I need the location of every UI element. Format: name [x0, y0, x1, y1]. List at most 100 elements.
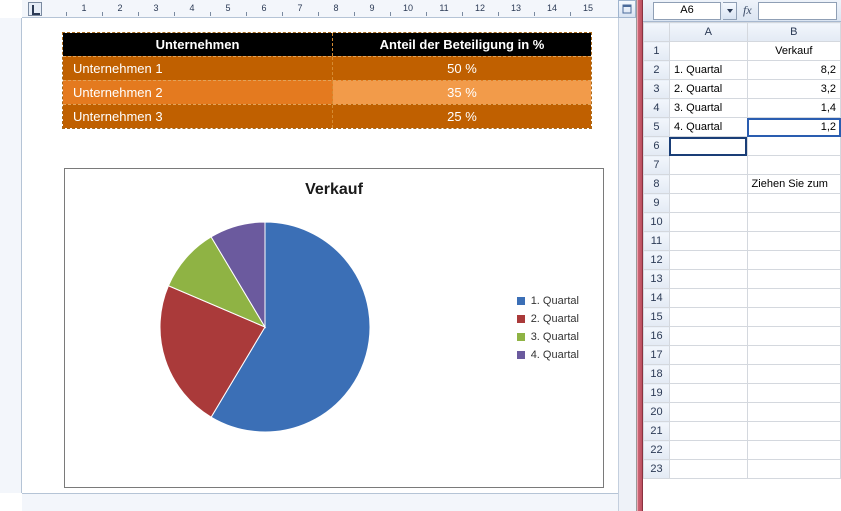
row-header[interactable]: 13 — [644, 270, 670, 289]
row-header[interactable]: 17 — [644, 346, 670, 365]
cell[interactable] — [669, 137, 747, 156]
cell[interactable] — [669, 422, 747, 441]
cell[interactable] — [747, 156, 840, 175]
cell[interactable]: 3,2 — [747, 80, 840, 99]
cell[interactable] — [747, 270, 840, 289]
cell[interactable] — [747, 232, 840, 251]
cell[interactable] — [747, 346, 840, 365]
table-cell-value[interactable]: 35 % — [333, 81, 591, 104]
cell[interactable]: Verkauf — [747, 42, 840, 61]
row-header[interactable]: 23 — [644, 460, 670, 479]
cell[interactable] — [747, 327, 840, 346]
cell[interactable] — [669, 156, 747, 175]
cell[interactable] — [747, 308, 840, 327]
cell[interactable]: 3. Quartal — [669, 99, 747, 118]
table-cell-name[interactable]: Unternehmen 3 — [63, 105, 333, 128]
cell[interactable] — [747, 460, 840, 479]
row-header[interactable]: 12 — [644, 251, 670, 270]
vertical-ruler[interactable] — [0, 18, 22, 493]
cell[interactable] — [747, 422, 840, 441]
cell[interactable] — [669, 194, 747, 213]
spreadsheet-grid[interactable]: AB 1 Verkauf 21. Quartal8,2 32. Quartal3,2 43… — [643, 22, 841, 511]
table-header-company[interactable]: Unternehmen — [63, 33, 333, 56]
table-cell-value[interactable]: 25 % — [333, 105, 591, 128]
cell[interactable] — [669, 289, 747, 308]
row-header[interactable]: 7 — [644, 156, 670, 175]
table-header-share[interactable]: Anteil der Beteiligung in % — [333, 33, 591, 56]
row-header[interactable]: 19 — [644, 384, 670, 403]
cell[interactable]: Ziehen Sie zum — [747, 175, 840, 194]
cell[interactable] — [669, 460, 747, 479]
row-header[interactable]: 20 — [644, 403, 670, 422]
cell[interactable] — [669, 403, 747, 422]
cell[interactable] — [669, 365, 747, 384]
horizontal-ruler[interactable]: 123456789101112131415 — [22, 0, 618, 18]
row-header[interactable]: 21 — [644, 422, 670, 441]
row-header[interactable]: 1 — [644, 42, 670, 61]
select-all-corner[interactable] — [644, 23, 670, 42]
column-header[interactable]: B — [747, 23, 840, 42]
row-header[interactable]: 15 — [644, 308, 670, 327]
row-header[interactable]: 22 — [644, 441, 670, 460]
row-header[interactable]: 5 — [644, 118, 670, 137]
cell[interactable] — [747, 137, 840, 156]
cell[interactable] — [669, 308, 747, 327]
table-row[interactable]: Unternehmen 3 25 % — [63, 104, 591, 128]
row-header[interactable]: 10 — [644, 213, 670, 232]
cell[interactable] — [747, 213, 840, 232]
cell[interactable] — [747, 251, 840, 270]
table-cell-value[interactable]: 50 % — [333, 57, 591, 80]
cell[interactable] — [747, 289, 840, 308]
document-canvas[interactable]: Unternehmen Anteil der Beteiligung in % … — [22, 18, 618, 493]
cell[interactable] — [669, 346, 747, 365]
cell[interactable]: 2. Quartal — [669, 80, 747, 99]
company-share-table[interactable]: Unternehmen Anteil der Beteiligung in % … — [62, 32, 592, 129]
row-header[interactable]: 3 — [644, 80, 670, 99]
table-row[interactable]: Unternehmen 1 50 % — [63, 56, 591, 80]
legend-label: 4. Quartal — [531, 349, 579, 361]
vertical-scrollbar[interactable] — [618, 18, 636, 511]
cell[interactable]: 1,2 — [747, 118, 840, 137]
cell[interactable] — [669, 384, 747, 403]
table-row[interactable]: Unternehmen 2 35 % — [63, 80, 591, 104]
tab-selector-icon[interactable] — [28, 2, 42, 16]
cell[interactable]: 8,2 — [747, 61, 840, 80]
cell[interactable] — [669, 327, 747, 346]
row-header[interactable]: 11 — [644, 232, 670, 251]
cell[interactable] — [669, 42, 747, 61]
cell[interactable]: 1,4 — [747, 99, 840, 118]
cell[interactable] — [747, 365, 840, 384]
cell[interactable] — [747, 441, 840, 460]
horizontal-ruler-bottom[interactable] — [22, 493, 618, 511]
legend-item: 2. Quartal — [517, 313, 579, 325]
ruler-toggle-button[interactable] — [618, 0, 636, 18]
row-header[interactable]: 8 — [644, 175, 670, 194]
cell[interactable] — [747, 403, 840, 422]
cell[interactable] — [669, 251, 747, 270]
cell[interactable] — [669, 270, 747, 289]
cell[interactable] — [669, 175, 747, 194]
formula-bar-row: A6 fx — [643, 0, 841, 22]
cell[interactable] — [669, 213, 747, 232]
formula-bar[interactable] — [758, 2, 837, 20]
row-header[interactable]: 9 — [644, 194, 670, 213]
name-box[interactable]: A6 — [653, 2, 721, 20]
embedded-pie-chart[interactable]: Verkauf 1. Quartal2. Quartal3. Quartal4.… — [64, 168, 604, 488]
cell[interactable] — [747, 384, 840, 403]
cell[interactable] — [669, 232, 747, 251]
row-header[interactable]: 4 — [644, 99, 670, 118]
column-header[interactable]: A — [669, 23, 747, 42]
cell[interactable]: 4. Quartal — [669, 118, 747, 137]
table-cell-name[interactable]: Unternehmen 2 — [63, 81, 333, 104]
row-header[interactable]: 16 — [644, 327, 670, 346]
cell[interactable] — [669, 441, 747, 460]
row-header[interactable]: 14 — [644, 289, 670, 308]
name-box-dropdown[interactable] — [723, 2, 737, 20]
cell[interactable] — [747, 194, 840, 213]
row-header[interactable]: 6 — [644, 137, 670, 156]
row-header[interactable]: 2 — [644, 61, 670, 80]
table-cell-name[interactable]: Unternehmen 1 — [63, 57, 333, 80]
cell[interactable]: 1. Quartal — [669, 61, 747, 80]
fx-icon[interactable]: fx — [743, 3, 752, 18]
row-header[interactable]: 18 — [644, 365, 670, 384]
